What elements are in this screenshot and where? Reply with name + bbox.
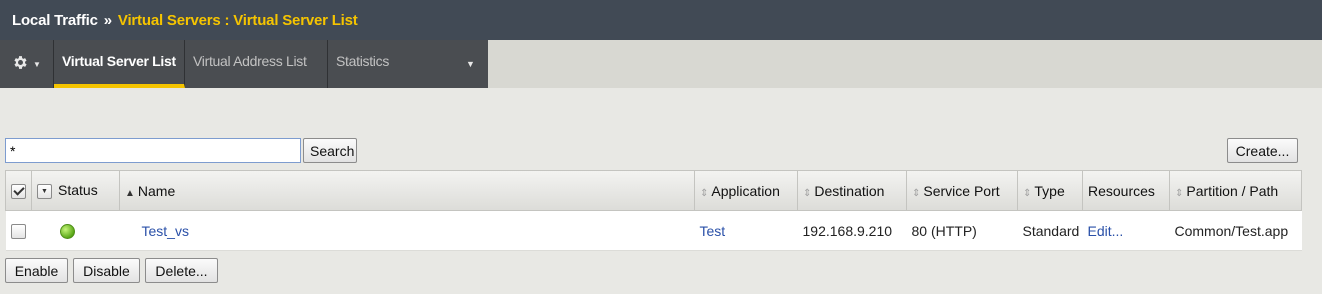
virtual-server-name-link[interactable]: Test_vs <box>142 223 189 239</box>
partition-path-cell: Common/Test.app <box>1169 210 1302 251</box>
tab-bar: ▼ Virtual Server List Virtual Address Li… <box>0 40 1322 88</box>
page-title: Virtual Servers : Virtual Server List <box>117 11 358 29</box>
breadcrumb-separator: » <box>103 11 112 29</box>
search-input[interactable] <box>5 138 301 163</box>
column-partition-path-label: Partition / Path <box>1186 182 1279 199</box>
destination-cell: 192.168.9.210 <box>797 210 907 251</box>
delete-button[interactable]: Delete... <box>145 258 218 283</box>
breadcrumb: Local Traffic » Virtual Servers : Virtua… <box>0 0 1322 40</box>
chevron-down-icon: ▼ <box>33 59 41 69</box>
tab-statistics[interactable]: Statistics <box>328 40 488 88</box>
row-select-cell <box>5 210 32 251</box>
column-destination[interactable]: ⇕ Destination <box>797 170 907 211</box>
column-partition-path[interactable]: ⇕ Partition / Path <box>1169 170 1302 211</box>
sort-icon: ⇕ <box>912 187 921 199</box>
sort-icon: ⇕ <box>803 187 812 199</box>
column-name[interactable]: ▲ Name <box>119 170 695 211</box>
tab-virtual-address-list[interactable]: Virtual Address List <box>185 40 328 88</box>
sort-icon: ⇕ <box>1023 187 1032 199</box>
select-all-checkbox[interactable] <box>11 183 26 199</box>
sort-icon: ⇕ <box>1175 187 1184 199</box>
create-button[interactable]: Create... <box>1227 138 1298 163</box>
enable-button[interactable]: Enable <box>5 258 68 283</box>
table-header-row: ▼ Status ▲ Name ⇕ Application ⇕ Destination … <box>5 170 1302 211</box>
status-filter-dropdown[interactable]: ▼ <box>37 183 52 199</box>
service-port-cell: 80 (HTTP) <box>906 210 1018 251</box>
row-checkbox[interactable] <box>10 223 26 239</box>
column-name-label: Name <box>137 182 176 199</box>
name-cell: Test_vs <box>119 210 695 251</box>
tab-virtual-server-list[interactable]: Virtual Server List <box>54 40 185 88</box>
status-cell <box>31 210 120 251</box>
breadcrumb-root[interactable]: Local Traffic <box>12 12 98 29</box>
select-all-header <box>5 170 32 211</box>
column-application[interactable]: ⇕ Application <box>694 170 798 211</box>
application-cell: Test <box>694 210 798 251</box>
resources-edit-link[interactable]: Edit... <box>1088 223 1124 239</box>
column-status-label: Status <box>58 182 98 199</box>
column-resources-label: Resources <box>1088 182 1155 199</box>
disable-button[interactable]: Disable <box>73 258 140 283</box>
gear-menu-button[interactable]: ▼ <box>0 40 54 88</box>
column-type-label: Type <box>1034 182 1065 199</box>
status-available-icon <box>59 223 75 239</box>
column-application-label: Application <box>711 182 780 199</box>
table-row: Test_vs Test 192.168.9.210 80 (HTTP) Sta… <box>5 210 1302 251</box>
type-cell: Standard <box>1017 210 1083 251</box>
column-service-port[interactable]: ⇕ Service Port <box>906 170 1018 211</box>
gear-icon <box>12 54 29 74</box>
application-link[interactable]: Test <box>700 223 726 239</box>
column-resources: Resources <box>1082 170 1170 211</box>
resources-cell: Edit... <box>1082 210 1170 251</box>
column-destination-label: Destination <box>814 182 885 199</box>
sort-icon: ⇕ <box>700 187 709 199</box>
tab-bar-panel: ▼ Virtual Server List Virtual Address Li… <box>0 40 488 88</box>
virtual-server-table: ▼ Status ▲ Name ⇕ Application ⇕ Destination … <box>5 170 1302 251</box>
column-service-port-label: Service Port <box>923 182 1000 199</box>
column-type[interactable]: ⇕ Type <box>1017 170 1083 211</box>
sort-ascending-icon: ▲ <box>125 187 135 199</box>
statistics-menu-chevron-icon[interactable]: ▼ <box>466 59 475 69</box>
column-status[interactable]: ▼ Status <box>31 170 120 211</box>
search-button[interactable]: Search <box>303 138 357 163</box>
